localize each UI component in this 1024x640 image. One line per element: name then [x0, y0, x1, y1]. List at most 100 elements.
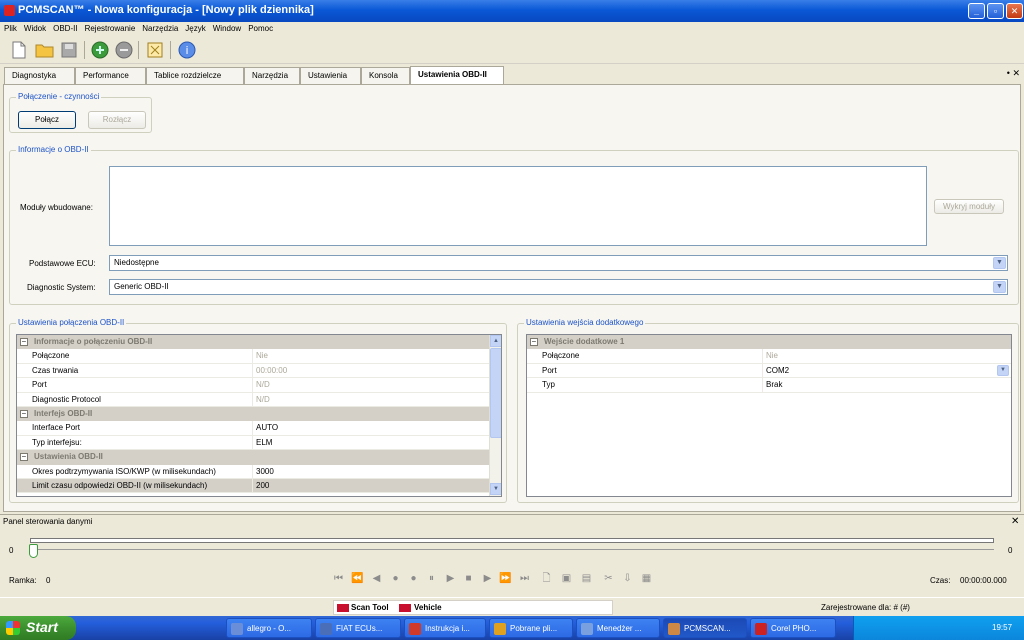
new-file-icon[interactable]: [8, 39, 30, 61]
menu-item-0[interactable]: Plik: [0, 22, 20, 35]
chevron-down-icon[interactable]: ▼: [997, 364, 1009, 376]
grid-row[interactable]: Limit czasu odpowiedzi OBD-II (w milisek…: [17, 479, 489, 494]
property-name: Interface Port: [32, 423, 81, 433]
grid-row[interactable]: Interface Port AUTO: [17, 421, 489, 436]
grid-category[interactable]: – Ustawienia OBD-II: [17, 450, 489, 465]
connect-button[interactable]: Połącz: [18, 111, 76, 129]
property-name: Typ: [542, 380, 555, 390]
taskbar-item-0[interactable]: allegro - O...: [226, 618, 312, 638]
scan-tool-status: Scan Tool: [351, 603, 389, 612]
stop-point-icon[interactable]: ●: [407, 572, 420, 585]
settings-icon[interactable]: [144, 39, 166, 61]
slider-track[interactable]: [30, 549, 994, 550]
play-icon[interactable]: ▶: [444, 572, 457, 585]
minimize-button[interactable]: _: [968, 3, 985, 19]
taskbar-item-2[interactable]: Instrukcja i...: [404, 618, 486, 638]
help-icon[interactable]: i: [176, 39, 198, 61]
menu-item-4[interactable]: Narzędzia: [138, 22, 181, 35]
obd-grid-scrollbar[interactable]: ▲ ▼: [489, 335, 501, 496]
tab-5[interactable]: Konsola: [361, 67, 410, 84]
tab-1[interactable]: Performance: [75, 67, 146, 84]
tab-2[interactable]: Tablice rozdzielcze: [146, 67, 244, 84]
aux-property-grid[interactable]: – Wejście dodatkowe 1 Połączone Nie Port COM2…: [526, 334, 1012, 497]
grid-category[interactable]: – Interfejs OBD-II: [17, 407, 489, 422]
menu-item-7[interactable]: Pomoc: [244, 22, 276, 35]
start-button[interactable]: Start: [0, 616, 76, 640]
grid-row[interactable]: Typ interfejsu: ELM: [17, 435, 489, 451]
menu-item-1[interactable]: Widok: [20, 22, 49, 35]
property-value: Brak: [766, 380, 783, 390]
last-frame-icon[interactable]: ⏭: [518, 572, 531, 585]
menu-item-2[interactable]: OBD-II: [49, 22, 80, 35]
next-frame-icon[interactable]: ▶: [481, 572, 494, 585]
grid-category[interactable]: – Informacje o połączeniu OBD-II: [17, 335, 489, 350]
taskbar-item-6[interactable]: Corel PHO...: [750, 618, 836, 638]
close-button[interactable]: ✕: [1006, 3, 1023, 19]
save-icon[interactable]: [58, 39, 80, 61]
first-frame-icon[interactable]: ⏮: [332, 572, 345, 585]
slider-thumb[interactable]: [29, 544, 38, 558]
open-folder-icon[interactable]: [34, 39, 56, 61]
base-ecu-select[interactable]: Niedostępne ▼: [109, 255, 1008, 271]
collapse-icon[interactable]: –: [20, 410, 28, 418]
diag-system-label: Diagnostic System:: [27, 283, 96, 292]
pause-icon[interactable]: ⏸: [425, 572, 438, 585]
title-bar[interactable]: PCMSCAN™ - Nowa konfiguracja - [Nowy pli…: [0, 0, 1024, 22]
collapse-icon[interactable]: –: [20, 338, 28, 346]
grid-row[interactable]: Połączone Nie: [17, 349, 489, 364]
detect-modules-button[interactable]: Wykryj moduły: [934, 199, 1004, 214]
maximize-button[interactable]: ▫: [987, 3, 1004, 19]
tab-0[interactable]: Diagnostyka: [4, 67, 75, 84]
app-icon: [409, 623, 421, 635]
collapse-icon[interactable]: –: [530, 338, 538, 346]
taskbar-item-3[interactable]: Pobrane pli...: [489, 618, 573, 638]
stop-icon[interactable]: ■: [462, 572, 475, 585]
save-log-icon[interactable]: ▤: [580, 572, 593, 585]
export-icon[interactable]: ⇩: [621, 572, 634, 585]
grid-row[interactable]: Okres podtrzymywania ISO/KWP (w miliseku…: [17, 464, 489, 479]
tab-controls[interactable]: • ✕: [1007, 68, 1020, 79]
windows-logo-icon: [6, 621, 20, 635]
step-back-icon[interactable]: ⏪: [351, 572, 364, 585]
record-icon[interactable]: ●: [389, 572, 402, 585]
scroll-up-icon[interactable]: ▲: [490, 335, 501, 347]
connect-icon[interactable]: [89, 39, 111, 61]
tab-4[interactable]: Ustawienia: [300, 67, 361, 84]
chevron-down-icon[interactable]: ▼: [993, 281, 1006, 293]
status-bar: Scan Tool Vehicle Zarejestrowane dla: # …: [0, 597, 1024, 616]
chart-icon[interactable]: ▦: [640, 572, 653, 585]
taskbar-item-4[interactable]: Menedżer ...: [576, 618, 660, 638]
scroll-down-icon[interactable]: ▼: [490, 483, 501, 495]
scroll-thumb[interactable]: [490, 348, 501, 438]
new-log-icon[interactable]: 🗋: [540, 572, 553, 585]
status-indicators: Scan Tool Vehicle: [333, 600, 613, 615]
disconnect-icon[interactable]: [113, 39, 135, 61]
prev-frame-icon[interactable]: ◀: [370, 572, 383, 585]
modules-textbox[interactable]: [109, 166, 927, 246]
grid-row[interactable]: Port COM2 ▼: [527, 363, 1011, 379]
tab-6[interactable]: Ustawienia OBD-II: [410, 66, 504, 84]
collapse-icon[interactable]: –: [20, 453, 28, 462]
open-log-icon[interactable]: ▣: [560, 572, 573, 585]
grid-row[interactable]: Typ Brak: [527, 378, 1011, 393]
tab-3[interactable]: Narzędzia: [244, 67, 300, 84]
close-icon[interactable]: ✕: [1011, 516, 1019, 527]
grid-category[interactable]: – Wejście dodatkowe 1: [527, 335, 1011, 350]
obd-property-grid[interactable]: ▲ ▼ – Informacje o połączeniu OBD-II Połąc…: [16, 334, 502, 497]
close-tab-icon[interactable]: ✕: [1012, 68, 1020, 78]
diag-system-select[interactable]: Generic OBD-II ▼: [109, 279, 1008, 295]
grid-row[interactable]: Diagnostic Protocol N/D: [17, 392, 489, 407]
menu-item-6[interactable]: Window: [209, 22, 244, 35]
pin-icon[interactable]: •: [1007, 68, 1010, 78]
taskbar-item-1[interactable]: FIAT ECUs...: [315, 618, 401, 638]
menu-item-5[interactable]: Język: [181, 22, 208, 35]
grid-row[interactable]: Czas trwania 00:00:00: [17, 363, 489, 379]
menu-item-3[interactable]: Rejestrowanie: [81, 22, 139, 35]
grid-row[interactable]: Połączone Nie: [527, 349, 1011, 364]
taskbar-item-5[interactable]: PCMSCAN...: [663, 618, 747, 638]
step-forward-icon[interactable]: ⏩: [499, 572, 512, 585]
grid-row[interactable]: Port N/D: [17, 378, 489, 393]
disconnect-button[interactable]: Rozłącz: [88, 111, 146, 129]
chevron-down-icon[interactable]: ▼: [993, 257, 1006, 269]
cut-icon[interactable]: ✂: [602, 572, 615, 585]
